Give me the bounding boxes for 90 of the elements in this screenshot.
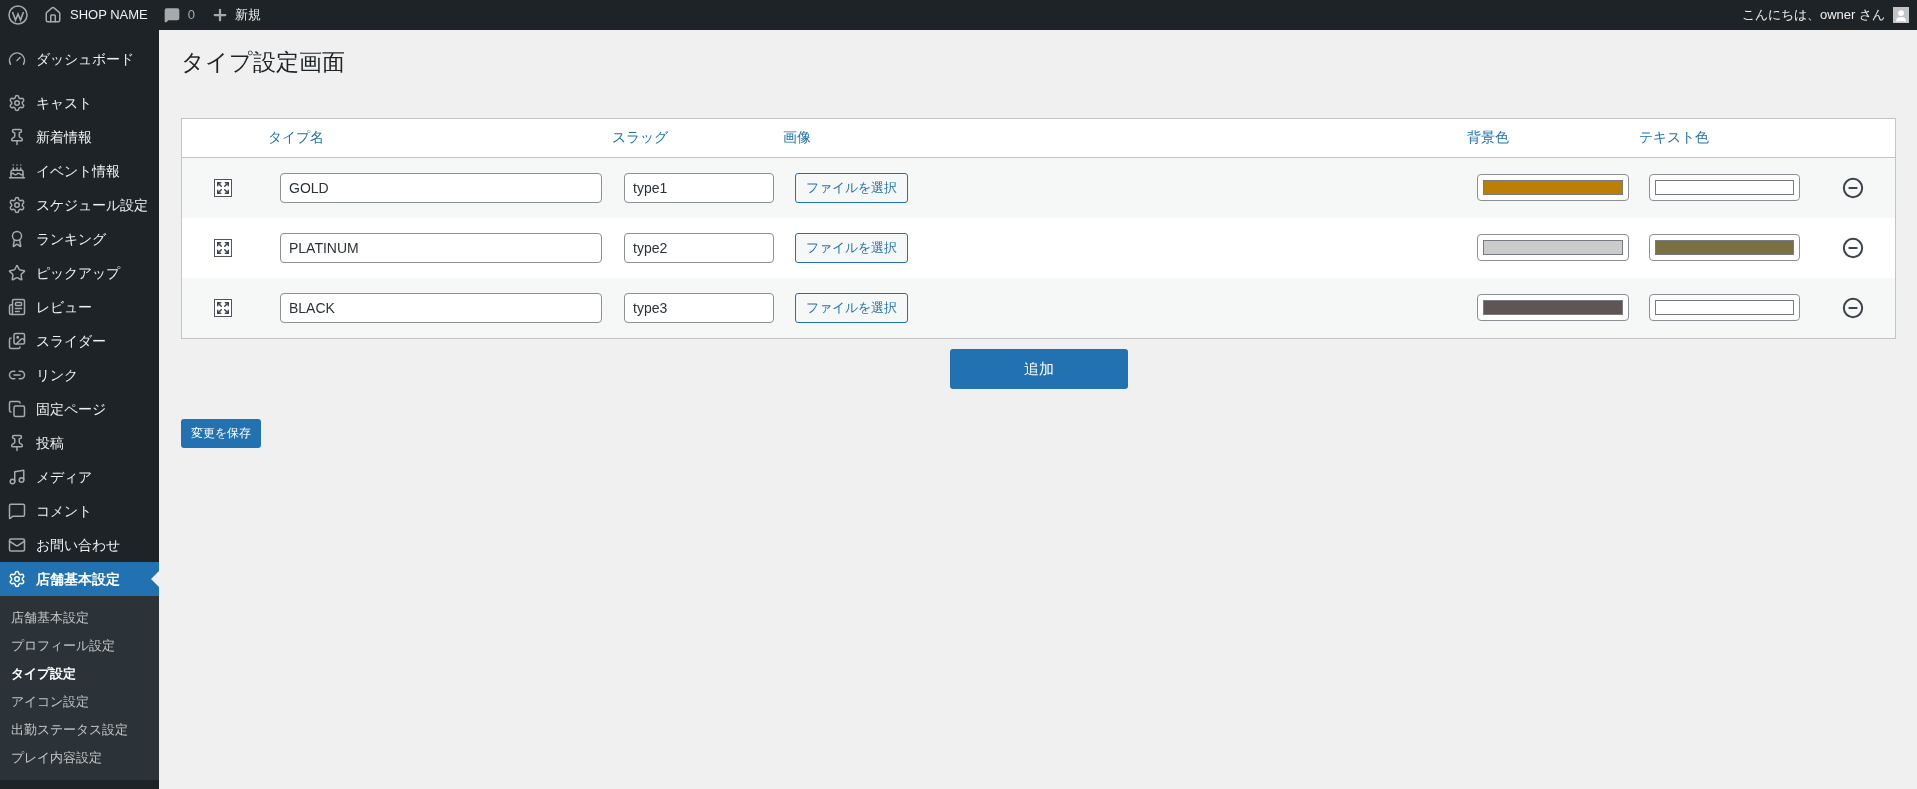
sidebar-item[interactable]: レビュー [0, 290, 159, 324]
choose-file-button[interactable]: ファイルを選択 [795, 292, 908, 323]
drag-handle-icon[interactable] [214, 298, 232, 317]
sidebar-item-label: 店舗基本設定 [36, 569, 120, 589]
music-note-icon [8, 468, 26, 486]
sidebar-item-label: コメント [36, 501, 92, 521]
submenu-item[interactable]: タイプ設定 [0, 660, 159, 688]
gear-icon [8, 94, 26, 112]
greeting-link[interactable]: こんにちは、owner さん [1741, 5, 1885, 25]
remove-icon[interactable] [1842, 296, 1864, 319]
text-color-picker[interactable] [1649, 174, 1800, 202]
choose-file-button[interactable]: ファイルを選択 [795, 172, 908, 203]
current-page-pointer-icon [151, 571, 159, 587]
submenu-item[interactable]: 出勤ステータス設定 [0, 716, 159, 744]
remove-icon[interactable] [1842, 176, 1864, 199]
sidebar-item-label: スライダー [36, 331, 106, 351]
comment-icon[interactable] [163, 7, 180, 23]
gauge-icon [8, 50, 26, 68]
new-link[interactable]: 新規 [235, 5, 261, 25]
list-icon [8, 298, 26, 316]
sidebar-item-label: メディア [36, 467, 92, 487]
slug-field[interactable]: type1 [624, 172, 774, 203]
type-name-field[interactable]: PLATINUM [280, 232, 602, 263]
comment-count[interactable]: 0 [187, 5, 195, 25]
column-header: タイプ名 [268, 128, 325, 148]
submenu-item[interactable]: プロフィール設定 [0, 632, 159, 660]
cake-icon [8, 162, 26, 180]
sidebar-item[interactable]: メディア [0, 460, 159, 494]
comment-icon [8, 502, 26, 520]
choose-file-button[interactable]: ファイルを選択 [795, 232, 908, 263]
sidebar-item-label: スケジュール設定 [36, 195, 148, 215]
slug-field[interactable]: type2 [624, 232, 774, 263]
column-header: 画像 [783, 128, 812, 148]
column-header: 背景色 [1467, 128, 1510, 148]
background-color-picker[interactable] [1477, 234, 1629, 262]
sidebar-item[interactable]: ピックアップ [0, 256, 159, 290]
gear-icon [8, 196, 26, 214]
sidebar-item[interactable]: スライダー [0, 324, 159, 358]
text-color-picker[interactable] [1649, 294, 1800, 322]
remove-icon[interactable] [1842, 236, 1864, 259]
background-color-picker[interactable] [1477, 174, 1629, 202]
sidebar-item[interactable]: リンク [0, 358, 159, 392]
home-icon[interactable] [44, 6, 62, 24]
page-title: タイプ設定画面 [181, 48, 346, 77]
plus-icon[interactable] [211, 6, 229, 24]
submenu-item[interactable]: プレイ内容設定 [0, 744, 159, 772]
sidebar-item[interactable]: 新着情報 [0, 120, 159, 154]
sidebar-item[interactable]: 店舗基本設定 [0, 562, 159, 596]
sidebar-item[interactable]: コメント [0, 494, 159, 528]
column-header: スラッグ [612, 128, 669, 148]
sidebar-item[interactable]: お問い合わせ [0, 528, 159, 562]
sidebar-item-label: キャスト [36, 93, 92, 113]
drag-handle-icon[interactable] [214, 178, 232, 197]
drag-handle-icon[interactable] [214, 238, 232, 257]
sidebar-item[interactable]: ランキング [0, 222, 159, 256]
star-icon [8, 264, 26, 282]
sidebar-item[interactable]: イベント情報 [0, 154, 159, 188]
pin-icon [8, 434, 26, 452]
slug-field[interactable]: type3 [624, 292, 774, 323]
sidebar-item-label: イベント情報 [36, 161, 120, 181]
sidebar-item-label: 新着情報 [36, 127, 92, 147]
sidebar-item-label: レビュー [36, 297, 92, 317]
save-changes-button[interactable]: 変更を保存 [181, 418, 261, 448]
background-color-picker[interactable] [1477, 294, 1629, 322]
submenu-item[interactable]: 店舗基本設定 [0, 604, 159, 632]
site-name-link[interactable]: SHOP NAME [70, 5, 148, 25]
sidebar-item-label: 投稿 [36, 433, 64, 453]
type-name-field[interactable]: GOLD [280, 172, 602, 203]
sidebar-item-label: リンク [36, 365, 78, 385]
pin-icon [8, 128, 26, 146]
mail-icon [8, 536, 26, 554]
gear-icon [8, 570, 26, 588]
sidebar-item[interactable]: スケジュール設定 [0, 188, 159, 222]
submenu-item[interactable]: アイコン設定 [0, 688, 159, 716]
wordpress-logo-icon[interactable] [8, 5, 28, 25]
sidebar-item-label: 固定ページ [36, 399, 106, 419]
sidebar-item[interactable]: 固定ページ [0, 392, 159, 426]
sidebar-item[interactable]: ダッシュボード [0, 42, 159, 76]
sidebar-item[interactable]: キャスト [0, 86, 159, 120]
text-color-picker[interactable] [1649, 234, 1800, 262]
sidebar-item-label: ダッシュボード [36, 49, 134, 69]
column-header: テキスト色 [1639, 128, 1710, 148]
sidebar-item[interactable]: 投稿 [0, 426, 159, 460]
pages-icon [8, 400, 26, 418]
images-icon [8, 332, 26, 350]
type-name-field[interactable]: BLACK [280, 292, 602, 323]
sidebar-item-label: ランキング [36, 229, 106, 249]
sidebar-item-label: ピックアップ [36, 263, 120, 283]
sidebar-item-label: お問い合わせ [36, 535, 120, 555]
add-button[interactable]: 追加 [949, 348, 1128, 389]
